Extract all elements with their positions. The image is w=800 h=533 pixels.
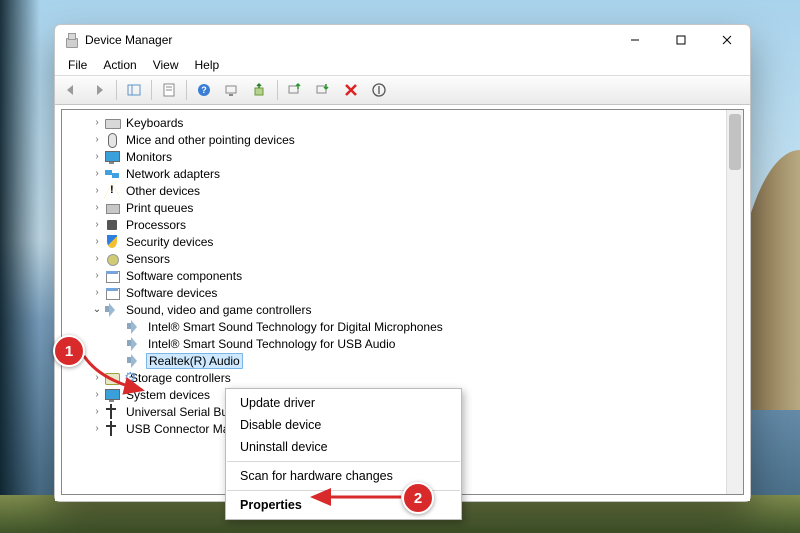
keyboard-icon (104, 115, 120, 131)
annotation-arrow-2 (307, 487, 407, 507)
close-button[interactable] (704, 25, 750, 55)
usb-icon (104, 404, 120, 420)
tree-item-intel-mic[interactable]: Intel® Smart Sound Technology for Digita… (72, 318, 743, 335)
vertical-scrollbar[interactable] (726, 110, 743, 494)
speaker-icon (104, 302, 120, 318)
cpu-icon (104, 217, 120, 233)
forward-button[interactable] (87, 78, 111, 102)
tree-item-other[interactable]: ›Other devices (72, 182, 743, 199)
maximize-button[interactable] (658, 25, 704, 55)
add-legacy-hardware-button[interactable] (367, 78, 391, 102)
annotation-badge-1: 1 (53, 335, 85, 367)
back-button[interactable] (59, 78, 83, 102)
minimize-button[interactable] (612, 25, 658, 55)
menu-separator (227, 461, 460, 462)
titlebar: Device Manager (55, 25, 750, 55)
disable-device-button[interactable] (311, 78, 335, 102)
tree-item-keyboards[interactable]: ›Keyboards (72, 114, 743, 131)
menu-item-uninstall-device[interactable]: Uninstall device (226, 436, 461, 458)
tree-item-realtek-audio[interactable]: Realtek(R) Audio (72, 352, 743, 369)
menu-item-disable-device[interactable]: Disable device (226, 414, 461, 436)
tree-item-network[interactable]: ›Network adapters (72, 165, 743, 182)
menu-help[interactable]: Help (188, 57, 227, 73)
svg-text:?: ? (201, 85, 207, 95)
tree-item-print[interactable]: ›Print queues (72, 199, 743, 216)
software-icon (104, 268, 120, 284)
usb-icon (104, 421, 120, 437)
toolbar: ? (55, 75, 750, 105)
scrollbar-thumb[interactable] (729, 114, 741, 170)
annotation-badge-2: 2 (402, 482, 434, 514)
tree-item-software-components[interactable]: ›Software components (72, 267, 743, 284)
help-button[interactable]: ? (192, 78, 216, 102)
speaker-icon (126, 319, 142, 335)
monitor-icon (104, 149, 120, 165)
annotation-arrow-1 (78, 350, 153, 400)
mouse-icon (104, 132, 120, 148)
uninstall-device-button[interactable] (339, 78, 363, 102)
sensor-icon (104, 251, 120, 267)
tree-item-security[interactable]: ›Security devices (72, 233, 743, 250)
menu-view[interactable]: View (146, 57, 186, 73)
menu-action[interactable]: Action (96, 57, 143, 73)
printer-icon (104, 200, 120, 216)
tree-item-processors[interactable]: ›Processors (72, 216, 743, 233)
tree-item-sound[interactable]: ⌄Sound, video and game controllers (72, 301, 743, 318)
window-title: Device Manager (85, 33, 172, 47)
tree-item-storage[interactable]: ›Storage controllers (72, 369, 743, 386)
tree-item-monitors[interactable]: ›Monitors (72, 148, 743, 165)
network-icon (104, 166, 120, 182)
tree-item-software-devices[interactable]: ›Software devices (72, 284, 743, 301)
warning-icon (104, 183, 120, 199)
update-driver-button[interactable] (248, 78, 272, 102)
menu-file[interactable]: File (61, 57, 94, 73)
app-icon (63, 32, 79, 48)
show-hide-tree-button[interactable] (122, 78, 146, 102)
software-icon (104, 285, 120, 301)
enable-device-button[interactable] (283, 78, 307, 102)
menubar: File Action View Help (55, 55, 750, 75)
scan-hardware-button[interactable] (220, 78, 244, 102)
shield-icon (104, 234, 120, 250)
tree-item-mice[interactable]: ›Mice and other pointing devices (72, 131, 743, 148)
properties-button[interactable] (157, 78, 181, 102)
tree-item-sensors[interactable]: ›Sensors (72, 250, 743, 267)
tree-item-intel-usb[interactable]: Intel® Smart Sound Technology for USB Au… (72, 335, 743, 352)
menu-item-update-driver[interactable]: Update driver (226, 392, 461, 414)
